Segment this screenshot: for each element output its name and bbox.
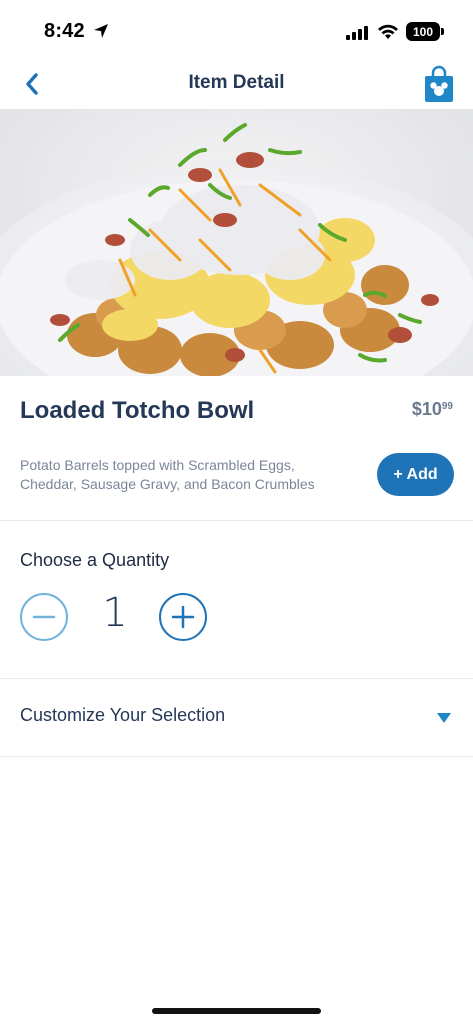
increase-quantity-button[interactable]: [159, 593, 207, 641]
customize-selection-toggle[interactable]: Customize Your Selection: [0, 680, 473, 756]
plus-icon: [171, 605, 195, 629]
status-bar: 8:42 100: [0, 0, 473, 60]
cellular-signal-icon: [346, 26, 368, 40]
battery-cap: [441, 28, 444, 35]
location-arrow-icon: [94, 24, 108, 38]
food-image: [0, 110, 473, 376]
page-title: Item Detail: [188, 72, 285, 93]
divider: [0, 756, 473, 757]
price-dollars: $10: [411, 399, 442, 419]
divider: [0, 520, 473, 521]
add-button[interactable]: + Add: [377, 453, 454, 496]
quantity-label: Choose a Quantity: [20, 550, 170, 570]
price-cents: 99: [441, 401, 453, 412]
battery-indicator: 100: [406, 22, 440, 41]
quantity-value: 1: [102, 590, 128, 636]
customize-label: Customize Your Selection: [20, 705, 226, 725]
caret-down-icon: [437, 713, 451, 723]
item-photo: [0, 110, 473, 376]
home-indicator[interactable]: [152, 1008, 321, 1014]
minus-icon: [32, 615, 56, 619]
shopping-bag-icon[interactable]: [422, 64, 456, 104]
item-name: Loaded Totcho Bowl: [20, 397, 255, 424]
status-time: 8:42: [44, 20, 85, 42]
item-description: Potato Barrels topped with Scrambled Egg…: [20, 457, 315, 492]
divider: [0, 678, 473, 679]
item-price: $1099: [412, 399, 453, 420]
wifi-icon: [378, 24, 398, 39]
battery-level: 100: [412, 24, 434, 39]
nav-bar: Item Detail: [0, 60, 473, 110]
decrease-quantity-button[interactable]: [20, 593, 68, 641]
